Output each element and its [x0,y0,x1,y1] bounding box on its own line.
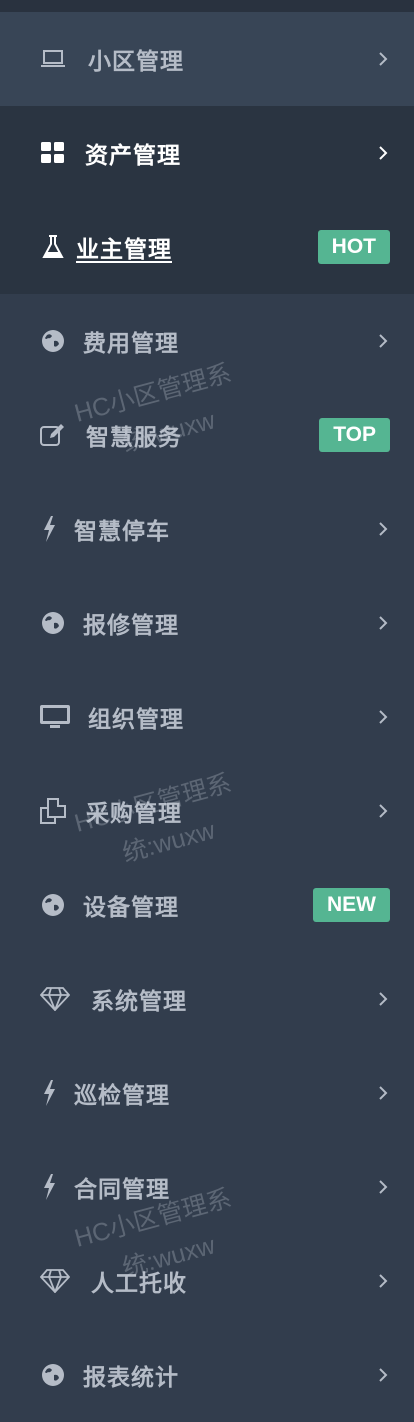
sidebar-item-label: 巡检管理 [74,1083,170,1109]
bolt-icon [36,1080,62,1106]
sidebar-menu: 小区管理 资产管理 业主管理 HOT 费用管理 智慧服务 TOP 智慧停车 报修… [0,12,414,1422]
sidebar-item-community[interactable]: 小区管理 [0,12,414,106]
top-strip [0,0,414,12]
sidebar-item-smart-parking[interactable]: 智慧停车 [0,482,414,576]
monitor-icon [40,704,70,730]
diamond-icon [40,1268,70,1294]
sidebar-item-label: 采购管理 [86,801,182,827]
sidebar-item-label: 资产管理 [85,143,181,169]
chevron-right-icon [379,710,388,724]
chevron-right-icon [379,992,388,1006]
globe-icon [40,610,66,636]
grid-icon [40,140,66,166]
laptop-icon [40,46,66,72]
chevron-right-icon [379,146,388,160]
sidebar-item-equipment[interactable]: 设备管理 NEW [0,858,414,952]
sidebar-item-label: 智慧服务 [86,425,182,451]
sidebar-item-purchasing[interactable]: 采购管理 [0,764,414,858]
sidebar-item-manual-collection[interactable]: 人工托收 [0,1234,414,1328]
chevron-right-icon [379,334,388,348]
bolt-icon [36,516,62,542]
sidebar-item-assets[interactable]: 资产管理 [0,106,414,200]
chevron-right-icon [379,1180,388,1194]
globe-icon [40,1362,66,1388]
edit-icon [40,422,66,448]
chevron-right-icon [379,52,388,66]
sidebar-item-contracts[interactable]: 合同管理 [0,1140,414,1234]
chevron-right-icon [379,1368,388,1382]
bolt-icon [36,1174,62,1200]
sidebar-item-label: 报修管理 [83,613,179,639]
sidebar-item-label: 费用管理 [83,331,179,357]
sidebar-item-reports[interactable]: 报表统计 [0,1328,414,1422]
top-badge: TOP [319,418,390,452]
sidebar-item-label: 业主管理 [76,237,172,263]
sidebar-item-label: 智慧停车 [74,519,170,545]
copy-icon [40,798,66,824]
chevron-right-icon [379,522,388,536]
chevron-right-icon [379,804,388,818]
sidebar-item-inspection[interactable]: 巡检管理 [0,1046,414,1140]
diamond-icon [40,986,70,1012]
chevron-right-icon [379,1086,388,1100]
sidebar-item-system[interactable]: 系统管理 [0,952,414,1046]
globe-icon [40,892,66,918]
hot-badge: HOT [317,230,390,264]
sidebar-item-label: 系统管理 [91,989,187,1015]
sidebar-item-label: 合同管理 [74,1177,170,1203]
globe-icon [40,328,66,354]
sidebar-item-label: 组织管理 [88,707,184,733]
sidebar-item-fees[interactable]: 费用管理 [0,294,414,388]
new-badge: NEW [313,888,390,922]
sidebar-item-owners[interactable]: 业主管理 HOT [0,200,414,294]
sidebar-item-smart-service[interactable]: 智慧服务 TOP [0,388,414,482]
sidebar-item-repairs[interactable]: 报修管理 [0,576,414,670]
chevron-right-icon [379,616,388,630]
sidebar-item-organization[interactable]: 组织管理 [0,670,414,764]
flask-icon [40,234,66,260]
sidebar-item-label: 人工托收 [91,1271,187,1297]
chevron-right-icon [379,1274,388,1288]
sidebar-item-label: 设备管理 [83,895,179,921]
sidebar-item-label: 报表统计 [83,1365,179,1391]
sidebar-item-label: 小区管理 [88,49,184,75]
